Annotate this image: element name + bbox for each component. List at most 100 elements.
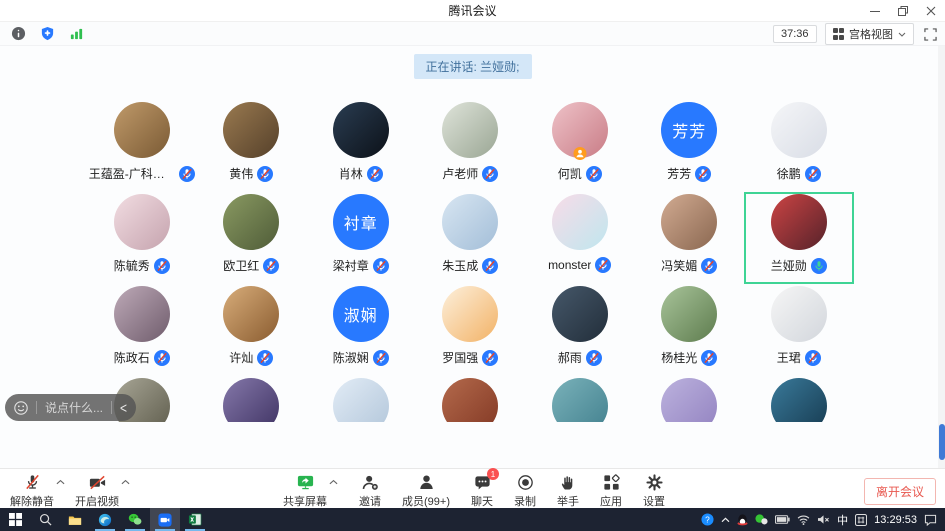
toolbar-label: 录制 [514,493,536,509]
tray-expand-icon[interactable] [721,517,730,523]
start-button[interactable] [0,508,30,531]
participant-avatar [114,102,170,158]
participant-tile[interactable]: 陈毓秀 [87,192,197,284]
participant-avatar: 淑娴 [333,286,389,342]
toolbar-label: 解除静音 [10,493,54,509]
toolbar-members-button[interactable]: 成员(99+) [402,472,450,509]
toolbar-record-button[interactable]: 录制 [514,472,536,509]
wechat-tray-icon[interactable] [755,514,768,525]
restore-button[interactable] [889,0,917,22]
caret-up-icon[interactable] [56,479,65,485]
camera-off-icon [86,472,108,492]
chat-input-placeholder[interactable]: 说点什么... [45,399,103,416]
participant-tile[interactable]: 王珺 [744,284,854,376]
search-button[interactable] [30,508,60,531]
fullscreen-icon[interactable] [922,26,939,43]
participant-tile[interactable]: 罗国强 [416,284,526,376]
network-signal-icon[interactable] [68,25,85,42]
caret-up-icon[interactable] [121,479,130,485]
raise-hand-icon [557,472,579,492]
participant-tile[interactable]: monster [525,192,635,284]
toolbar-screen-share-button[interactable]: 共享屏幕 [283,472,327,509]
notification-icon[interactable] [924,514,937,526]
participant-tile[interactable] [416,376,526,422]
participant-tile[interactable]: 肖林 [306,100,416,192]
participant-tile[interactable]: 黄伟 [197,100,307,192]
participant-avatar [442,378,498,422]
participant-avatar [223,194,279,250]
caret-up-icon[interactable] [329,479,338,485]
participant-avatar [442,286,498,342]
mic-status-icon [482,166,498,182]
participant-tile[interactable]: 卢老师 [416,100,526,192]
emoji-icon[interactable] [14,401,28,415]
edge-icon[interactable] [90,508,120,531]
meeting-timer: 37:36 [773,25,817,43]
participant-tile[interactable]: 冯笑媚 [635,192,745,284]
toolbar-chat-button[interactable]: 1聊天 [471,472,493,509]
speaking-banner: 正在讲话: 兰娅勋; [413,54,531,79]
participant-tile[interactable]: 陈政石 [87,284,197,376]
collapse-chatbar-icon[interactable]: < [120,399,127,416]
tencent-meeting-window: 腾讯会议 37:36 [0,0,945,531]
file-explorer-icon[interactable] [60,508,90,531]
volume-muted-icon[interactable] [817,514,830,525]
participant-tile[interactable]: 兰娅勋 [744,192,854,284]
meeting-info-icon[interactable] [10,25,27,42]
mic-status-icon [701,350,717,366]
participant-tile[interactable] [744,376,854,422]
chat-quickbar[interactable]: 说点什么... < [5,394,136,421]
toolbar-label: 设置 [643,493,665,509]
qq-icon[interactable] [737,514,748,526]
excel-icon[interactable] [180,508,210,531]
participant-tile[interactable]: 欧卫红 [197,192,307,284]
participant-tile[interactable] [635,376,745,422]
close-button[interactable] [917,0,945,22]
participant-avatar [442,102,498,158]
participant-avatar [333,102,389,158]
participant-tile[interactable] [197,376,307,422]
toolbar-invite-button[interactable]: 邀请 [359,472,381,509]
ime-lang-indicator[interactable]: 中 [837,512,848,528]
taskbar: ? 中 13:29:53 [0,508,945,531]
security-shield-icon[interactable] [39,25,56,42]
toolbar-settings-button[interactable]: 设置 [643,472,665,509]
leave-meeting-button[interactable]: 离开会议 [864,478,936,505]
participant-tile[interactable] [525,376,635,422]
tencent-meeting-icon[interactable] [150,508,180,531]
clock[interactable]: 13:29:53 [874,514,917,526]
participant-tile[interactable]: 淑娴陈淑娴 [306,284,416,376]
participant-tile[interactable]: 朱玉成 [416,192,526,284]
participant-tile[interactable] [306,376,416,422]
participant-name: 陈毓秀 [114,257,150,274]
view-mode-button[interactable]: 宫格视图 [825,23,915,45]
participant-avatar [661,194,717,250]
participant-tile[interactable]: 徐鹏 [744,100,854,192]
participant-tile[interactable]: 王蕴盈-广科大信... [87,100,197,192]
participant-avatar: 芳芳 [661,102,717,158]
wechat-icon[interactable] [120,508,150,531]
scrollbar-thumb[interactable] [939,424,945,460]
participant-name: 许灿 [229,349,253,366]
meeting-tray-icon[interactable]: ? [701,513,714,526]
toolbar-apps-button[interactable]: 应用 [600,472,622,509]
toolbar-mic-off-button[interactable]: 解除静音 [10,472,54,509]
ime-grid-icon[interactable] [855,514,867,526]
mic-status-icon [586,166,602,182]
toolbar-camera-off-button[interactable]: 开启视频 [75,472,119,509]
participant-tile[interactable]: 芳芳芳芳 [635,100,745,192]
participant-tile[interactable]: 许灿 [197,284,307,376]
participant-tile[interactable]: 何凯 [525,100,635,192]
invite-icon [359,472,381,492]
wifi-icon[interactable] [797,515,810,525]
participant-tile[interactable]: 杨桂光 [635,284,745,376]
toolbar-raise-hand-button[interactable]: 举手 [557,472,579,509]
chevron-down-icon [898,32,906,37]
battery-icon[interactable] [775,515,790,524]
mic-status-icon [695,166,711,182]
participant-tile[interactable]: 衬章梁衬章 [306,192,416,284]
chat-unread-badge: 1 [487,468,499,480]
minimize-button[interactable] [861,0,889,22]
participant-name: 芳芳 [667,165,691,182]
participant-tile[interactable]: 郝雨 [525,284,635,376]
